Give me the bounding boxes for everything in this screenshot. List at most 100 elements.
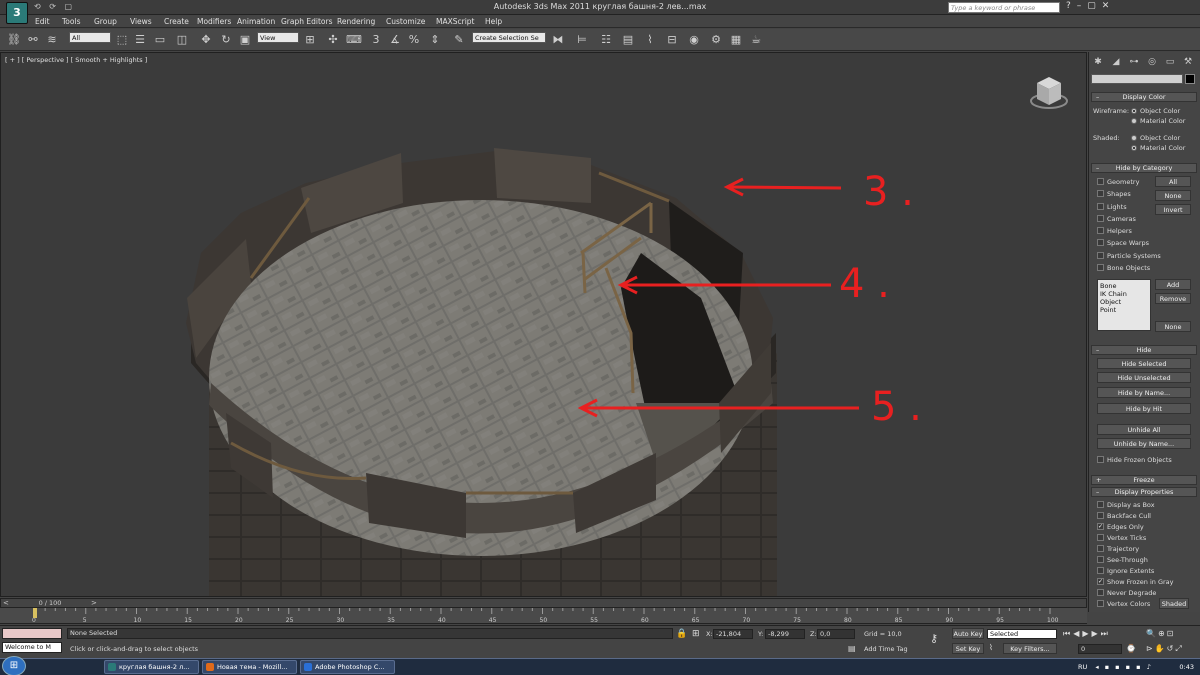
move-icon[interactable]: ✥ xyxy=(198,32,214,48)
track-bar[interactable]: 0 5 10 15 20 25 30 35 40 45 50 55 60 65 70 75 80 85 90 95 10… xyxy=(0,608,1087,624)
key-filter-icon[interactable]: ⌇ xyxy=(989,643,993,652)
list-item[interactable]: IK Chain Object xyxy=(1100,290,1148,306)
list-item[interactable]: Point xyxy=(1100,306,1148,314)
current-frame-marker[interactable] xyxy=(33,608,37,618)
viewcube-icon[interactable] xyxy=(1030,77,1068,109)
invert-button[interactable]: Invert xyxy=(1155,204,1191,215)
pan-icon[interactable]: ✋ xyxy=(1155,644,1167,653)
selection-region-icon[interactable]: ▭ xyxy=(152,32,168,48)
add-button[interactable]: Add xyxy=(1155,279,1191,290)
all-button[interactable]: All xyxy=(1155,176,1191,187)
reference-coordinate-dropdown[interactable]: View xyxy=(257,32,299,43)
z-coordinate-field[interactable]: 0,0 xyxy=(817,629,855,639)
play-icon[interactable]: ▶ xyxy=(1082,629,1091,638)
render-setup-icon[interactable]: ⚙ xyxy=(708,32,724,48)
set-key-button[interactable]: Set Key xyxy=(952,643,984,654)
time-config-icon[interactable]: ⌚ xyxy=(1126,644,1136,653)
quick-access-toolbar[interactable]: ⟲ ⟳ ▢ xyxy=(34,2,75,11)
selection-filter-dropdown[interactable]: All xyxy=(69,32,111,43)
app-logo-button[interactable]: 3 xyxy=(6,2,28,24)
menu-help[interactable]: Help xyxy=(485,17,502,26)
schematic-view-icon[interactable]: ⊟ xyxy=(664,32,680,48)
maxscript-listener[interactable]: Welcome to M xyxy=(2,642,62,653)
spinner-snap-icon[interactable]: ⇕ xyxy=(427,32,443,48)
set-key-icon[interactable]: ⚷ xyxy=(930,632,938,645)
task-3dsmax[interactable]: круглая башня-2 л... xyxy=(104,660,199,674)
curve-editor-icon[interactable]: ⌇ xyxy=(642,32,658,48)
playback-controls[interactable]: ⏮◀▶▶⏭ xyxy=(1063,629,1111,639)
viewport-label[interactable]: [ + ] [ Perspective ] [ Smooth + Highlig… xyxy=(5,56,147,64)
none-button[interactable]: None xyxy=(1155,190,1191,201)
window-crossing-icon[interactable]: ◫ xyxy=(174,32,190,48)
menu-animation[interactable]: Animation xyxy=(237,17,275,26)
wireframe-object-color-radio[interactable] xyxy=(1131,108,1137,114)
search-input[interactable]: Type a keyword or phrase xyxy=(948,2,1060,13)
scale-icon[interactable]: ▣ xyxy=(237,32,253,48)
wireframe-material-color-radio[interactable] xyxy=(1131,118,1137,124)
menu-customize[interactable]: Customize xyxy=(386,17,425,26)
menu-modifiers[interactable]: Modifiers xyxy=(197,17,231,26)
snaps-toggle-icon[interactable]: 3 xyxy=(368,32,384,48)
next-frame-icon[interactable]: > xyxy=(91,599,97,607)
clock[interactable]: 0:43 xyxy=(1179,660,1194,674)
mirror-icon[interactable]: ⧓ xyxy=(550,32,566,48)
motion-tab-icon[interactable]: ◎ xyxy=(1145,56,1159,68)
list-none-button[interactable]: None xyxy=(1155,321,1191,332)
never-degrade-checkbox[interactable] xyxy=(1097,589,1104,596)
menu-graph-editors[interactable]: Graph Editors xyxy=(281,17,333,26)
y-coordinate-field[interactable]: -8,299 xyxy=(765,629,805,639)
category-list[interactable]: Bone IK Chain Object Point xyxy=(1097,279,1151,331)
graphite-ribbon-icon[interactable]: ▤ xyxy=(620,32,636,48)
display-properties-rollout[interactable]: – Display Properties xyxy=(1091,487,1197,497)
menu-views[interactable]: Views xyxy=(130,17,152,26)
goto-end-icon[interactable]: ⏭ xyxy=(1101,629,1111,638)
show-frozen-gray-checkbox[interactable]: ✓ xyxy=(1097,578,1104,585)
vertex-colors-checkbox[interactable] xyxy=(1097,600,1104,607)
hide-by-hit-button[interactable]: Hide by Hit xyxy=(1097,403,1191,414)
shaded-material-color-radio[interactable] xyxy=(1131,145,1137,151)
display-color-rollout[interactable]: – Display Color xyxy=(1091,92,1197,102)
geometry-checkbox[interactable] xyxy=(1097,178,1104,185)
helpers-checkbox[interactable] xyxy=(1097,227,1104,234)
edges-only-checkbox[interactable]: ✓ xyxy=(1097,523,1104,530)
display-tab-icon[interactable]: ▭ xyxy=(1163,56,1177,68)
bone-objects-checkbox[interactable] xyxy=(1097,264,1104,271)
hide-unselected-button[interactable]: Hide Unselected xyxy=(1097,372,1191,383)
zoom-icon[interactable]: 🔍 xyxy=(1146,629,1158,638)
hide-by-category-rollout[interactable]: – Hide by Category xyxy=(1091,163,1197,173)
maxscript-listener-top[interactable] xyxy=(2,628,62,639)
prev-frame-icon[interactable]: < xyxy=(3,599,9,607)
close-icon[interactable]: ✕ xyxy=(1102,1,1116,11)
angle-snap-icon[interactable]: ∡ xyxy=(387,32,403,48)
lights-checkbox[interactable] xyxy=(1097,203,1104,210)
backface-cull-checkbox[interactable] xyxy=(1097,512,1104,519)
utilities-tab-icon[interactable]: ⚒ xyxy=(1181,56,1195,68)
hide-rollout[interactable]: – Hide xyxy=(1091,345,1197,355)
link-icon[interactable]: ⛓ xyxy=(6,32,22,48)
percent-snap-icon[interactable]: % xyxy=(406,32,422,48)
object-name-field[interactable] xyxy=(1091,74,1183,84)
display-as-box-checkbox[interactable] xyxy=(1097,501,1104,508)
add-time-tag[interactable]: Add Time Tag xyxy=(864,645,908,653)
start-button[interactable]: ⊞ xyxy=(2,656,26,675)
keyboard-shortcut-icon[interactable]: ⌨ xyxy=(346,32,362,48)
cameras-checkbox[interactable] xyxy=(1097,215,1104,222)
freeze-rollout[interactable]: + Freeze xyxy=(1091,475,1197,485)
shapes-checkbox[interactable] xyxy=(1097,190,1104,197)
lock-selection-icon[interactable]: 🔒 xyxy=(676,629,687,639)
select-object-icon[interactable]: ⬚ xyxy=(114,32,130,48)
create-tab-icon[interactable]: ✱ xyxy=(1091,56,1105,68)
rotate-icon[interactable]: ↻ xyxy=(218,32,234,48)
x-coordinate-field[interactable]: -21,804 xyxy=(713,629,753,639)
zoom-all-icon[interactable]: ⊕ xyxy=(1158,629,1167,638)
shaded-object-color-radio[interactable] xyxy=(1131,135,1137,141)
unlink-icon[interactable]: ⚯ xyxy=(25,32,41,48)
time-tag-icon[interactable]: ▤ xyxy=(848,644,856,653)
window-controls[interactable]: ?–▢✕ xyxy=(1066,1,1115,11)
ignore-extents-checkbox[interactable] xyxy=(1097,567,1104,574)
menu-maxscript[interactable]: MAXScript xyxy=(436,17,475,26)
menu-rendering[interactable]: Rendering xyxy=(337,17,375,26)
perspective-viewport[interactable]: 3 . 4 . 5 . [ + ] [ Perspective ] [ Smoo… xyxy=(0,52,1087,597)
task-photoshop[interactable]: Adobe Photoshop C... xyxy=(300,660,395,674)
tray-icons[interactable]: ◂ ▪ ▪ ▪ ▪ ♪ xyxy=(1095,663,1152,671)
